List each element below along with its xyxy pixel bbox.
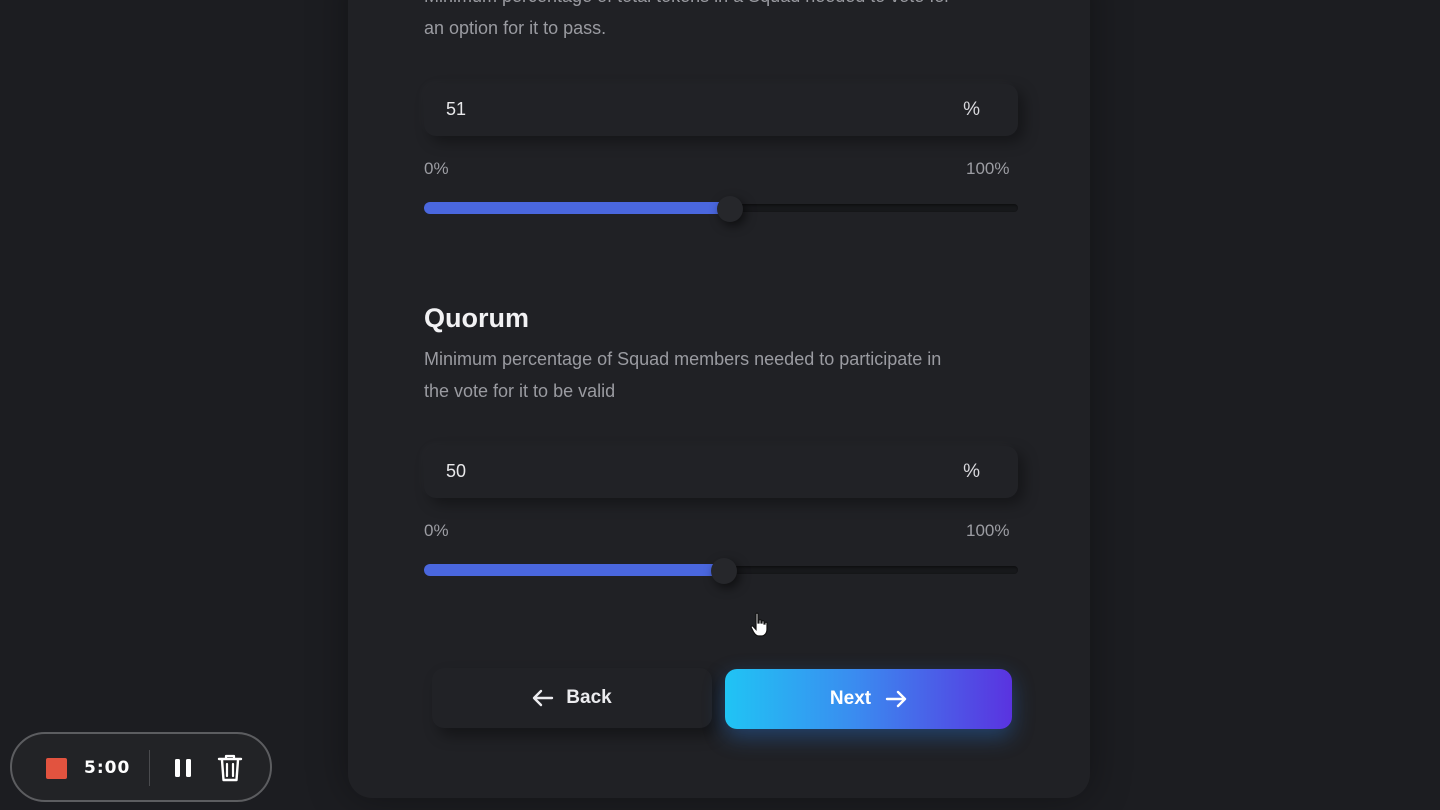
threshold-slider-fill bbox=[424, 202, 727, 214]
quorum-unit: % bbox=[963, 461, 980, 482]
threshold-min-label: 0% bbox=[424, 159, 449, 178]
page: Minimum percentage of total tokens in a … bbox=[0, 0, 1440, 810]
back-button-label: Back bbox=[566, 687, 612, 708]
pause-icon[interactable] bbox=[171, 756, 195, 780]
screen-recorder-widget: 5:00 bbox=[10, 732, 272, 802]
quorum-value-field[interactable]: 50 % bbox=[424, 446, 1018, 498]
next-button-label: Next bbox=[829, 688, 872, 709]
quorum-min-label: 0% bbox=[424, 521, 449, 540]
stop-icon[interactable] bbox=[46, 758, 67, 779]
next-button[interactable]: Next bbox=[725, 669, 1012, 729]
threshold-max-label: 100% bbox=[966, 159, 1010, 178]
quorum-title: Quorum bbox=[424, 303, 529, 333]
recorder-divider bbox=[149, 750, 150, 786]
threshold-unit: % bbox=[963, 99, 980, 120]
quorum-max-label: 100% bbox=[966, 521, 1010, 540]
arrow-left-icon bbox=[533, 689, 554, 707]
threshold-value: 51 bbox=[446, 99, 467, 119]
back-button[interactable]: Back bbox=[432, 668, 712, 728]
threshold-slider-thumb[interactable] bbox=[717, 196, 743, 222]
quorum-value: 50 bbox=[446, 461, 467, 481]
quorum-slider-fill bbox=[424, 564, 721, 576]
trash-icon[interactable] bbox=[217, 754, 243, 782]
arrow-right-icon bbox=[885, 690, 907, 708]
threshold-value-field[interactable]: 51 % bbox=[424, 84, 1018, 136]
quorum-slider[interactable] bbox=[424, 558, 1018, 584]
quorum-slider-thumb[interactable] bbox=[711, 558, 737, 584]
hand-pointer-icon bbox=[750, 612, 768, 637]
threshold-description: Minimum percentage of total tokens in a … bbox=[424, 0, 950, 38]
quorum-description: Minimum percentage of Squad members need… bbox=[424, 349, 942, 401]
threshold-slider[interactable] bbox=[424, 196, 1018, 222]
recording-time: 5:00 bbox=[84, 758, 131, 778]
